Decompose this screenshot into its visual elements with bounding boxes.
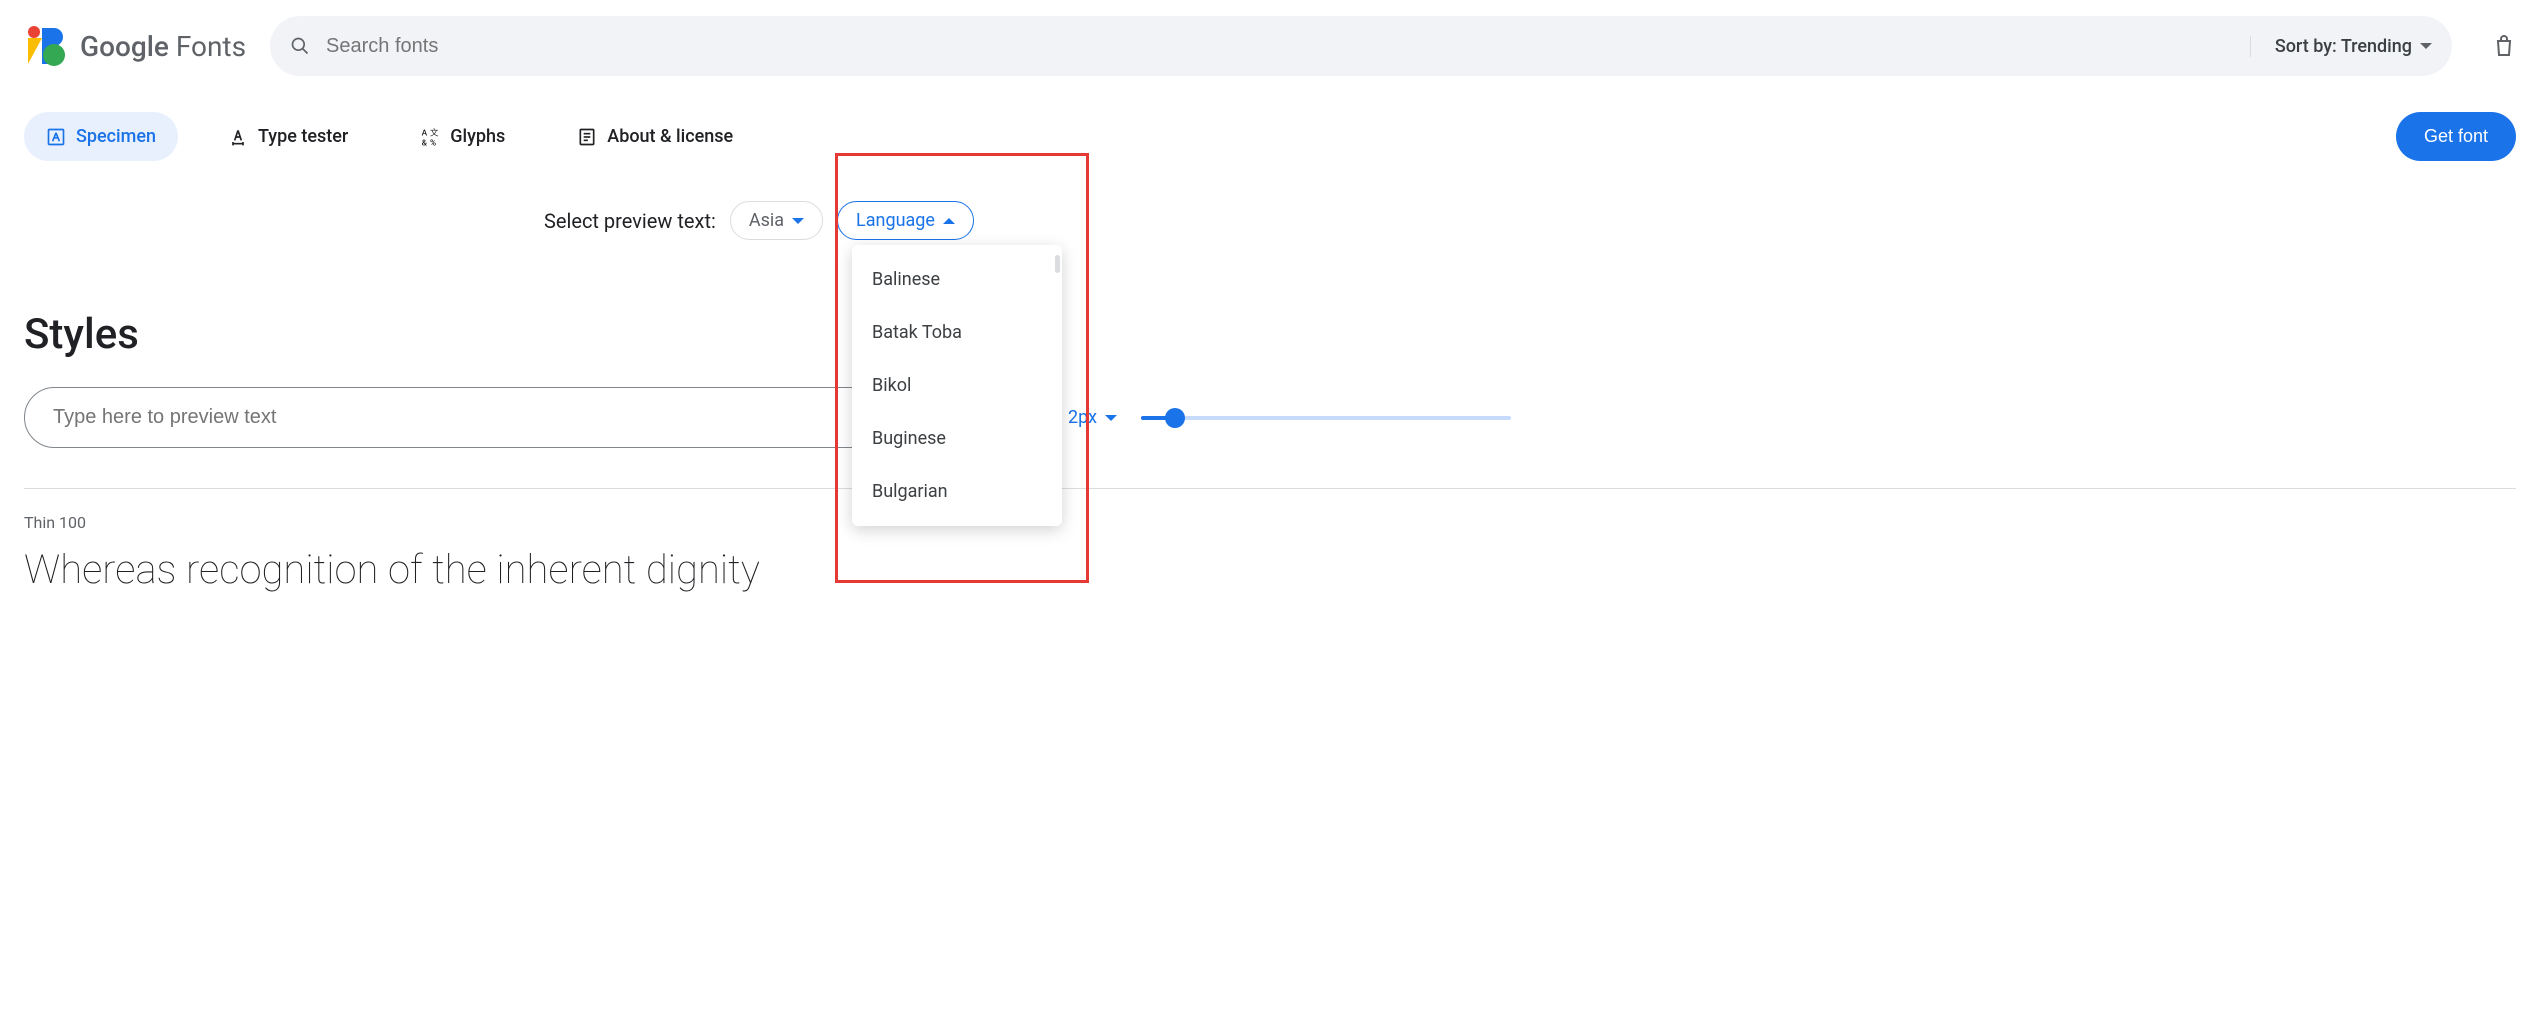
type-tester-icon — [228, 127, 248, 147]
language-chip[interactable]: Language — [837, 201, 974, 240]
brand-text: Google Fonts — [80, 30, 246, 63]
tab-about-license[interactable]: About & license — [555, 112, 755, 161]
styles-heading: Styles — [24, 310, 2516, 359]
search-input[interactable] — [326, 35, 2226, 58]
google-fonts-logo-icon — [24, 24, 68, 68]
dropdown-item[interactable]: Batak Toba — [852, 306, 1062, 359]
get-font-button[interactable]: Get font — [2396, 112, 2516, 161]
svg-text:%: % — [430, 138, 436, 147]
font-size-selector[interactable]: 2px — [1068, 407, 1117, 428]
chip-label: Asia — [749, 210, 784, 231]
style-sample-text: Whereas recognition of the inherent dign… — [24, 546, 2516, 593]
tab-label: Specimen — [76, 126, 156, 147]
chevron-up-icon — [943, 218, 955, 224]
chevron-down-icon — [792, 218, 804, 224]
tab-label: About & license — [607, 126, 733, 147]
dropdown-item[interactable]: Bikol — [852, 359, 1062, 412]
search-bar[interactable]: Sort by: Trending — [270, 16, 2452, 76]
scrollbar[interactable] — [1055, 255, 1060, 273]
dropdown-item[interactable]: Buginese — [852, 412, 1062, 465]
svg-text:文: 文 — [430, 127, 439, 138]
specimen-icon — [46, 127, 66, 147]
sort-dropdown[interactable]: Sort by: Trending — [2250, 36, 2432, 57]
search-icon — [290, 36, 310, 56]
tab-type-tester[interactable]: Type tester — [206, 112, 370, 161]
slider-thumb[interactable] — [1165, 408, 1185, 428]
style-weight-label: Thin 100 — [24, 513, 2516, 532]
logo[interactable]: Google Fonts — [24, 24, 246, 68]
tab-specimen[interactable]: Specimen — [24, 112, 178, 161]
language-dropdown[interactable]: Balinese Batak Toba Bikol Buginese Bulga… — [852, 245, 1062, 526]
glyphs-icon: A文&% — [420, 127, 440, 147]
dropdown-item[interactable]: Balinese — [852, 253, 1062, 306]
document-icon — [577, 127, 597, 147]
chevron-down-icon — [1105, 415, 1117, 421]
shopping-bag-icon[interactable] — [2492, 34, 2516, 58]
font-size-slider[interactable] — [1141, 416, 1511, 420]
svg-text:&: & — [422, 138, 428, 147]
tab-glyphs[interactable]: A文&% Glyphs — [398, 112, 527, 161]
tab-label: Type tester — [258, 126, 348, 147]
preview-text-input[interactable] — [24, 387, 984, 448]
svg-text:A: A — [422, 128, 428, 138]
chevron-down-icon — [2420, 43, 2432, 49]
tab-label: Glyphs — [450, 126, 505, 147]
size-value: 2px — [1068, 407, 1097, 428]
dropdown-item[interactable]: Bulgarian — [852, 465, 1062, 518]
sort-label: Sort by: Trending — [2275, 36, 2412, 57]
region-chip[interactable]: Asia — [730, 201, 823, 240]
preview-text-label: Select preview text: — [544, 209, 716, 233]
chip-label: Language — [856, 210, 935, 231]
